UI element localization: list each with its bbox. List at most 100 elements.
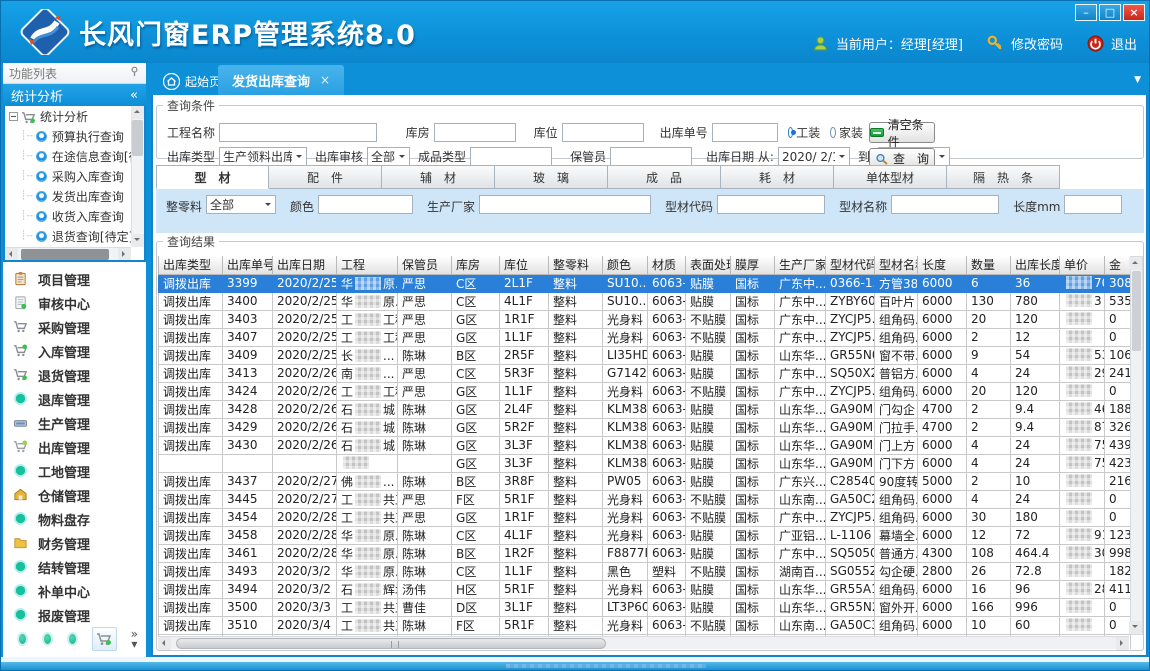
column-header[interactable]: 单价: [1060, 256, 1105, 274]
minimize-button[interactable]: –: [1075, 4, 1097, 21]
material-tab-6[interactable]: 耗 材: [721, 165, 834, 189]
column-header[interactable]: 保管员: [398, 256, 452, 274]
column-header[interactable]: 型材名称: [875, 256, 918, 274]
sidebar-item-财务管理[interactable]: 财务管理: [3, 531, 146, 555]
pin-icon[interactable]: [129, 66, 140, 80]
date-from-picker[interactable]: 2020/ 2/16: [778, 147, 850, 166]
table-vertical-scrollbar[interactable]: [1130, 256, 1143, 635]
tree-vertical-scrollbar[interactable]: [131, 106, 144, 247]
column-header[interactable]: 金: [1105, 256, 1131, 274]
column-header[interactable]: 颜色: [603, 256, 648, 274]
tree-item[interactable]: ┊--预算执行查询: [5, 126, 131, 146]
length-input[interactable]: [1064, 195, 1122, 214]
order-no-input[interactable]: [712, 123, 778, 142]
manufacturer-input[interactable]: [479, 195, 651, 214]
outbound-type-select[interactable]: 生产领料出库: [219, 147, 307, 166]
keeper-input[interactable]: [610, 147, 692, 166]
scroll-thumb[interactable]: [1132, 271, 1141, 351]
sidebar-item-采购管理[interactable]: 采购管理: [3, 315, 146, 339]
sidebar-item-入库管理[interactable]: 入库管理: [3, 339, 146, 363]
sidebar-item-生产管理[interactable]: 生产管理: [3, 411, 146, 435]
more-chevron[interactable]: »▾: [131, 629, 138, 649]
profile-code-input[interactable]: [717, 195, 825, 214]
profile-name-input[interactable]: [891, 195, 999, 214]
material-tab-3[interactable]: 辅 材: [382, 165, 495, 189]
scroll-down-arrow[interactable]: [1129, 621, 1142, 634]
column-header[interactable]: 型材代码: [826, 256, 875, 274]
sidebar-group-header[interactable]: 统计分析 «: [3, 84, 146, 106]
table-horizontal-scrollbar[interactable]: [158, 636, 1129, 649]
sidebar-item-审核中心[interactable]: 审核中心: [3, 291, 146, 315]
scroll-down-arrow[interactable]: [131, 234, 144, 247]
radio-home[interactable]: [830, 127, 836, 138]
column-header[interactable]: 出库单号: [223, 256, 273, 274]
table-row[interactable]: 调拨出库34372020/2/27佛...陈琳B区3R8F整料PW056063-…: [159, 472, 1131, 490]
tree-root-statistics[interactable]: 统计分析: [5, 106, 131, 126]
column-header[interactable]: 出库日期: [273, 256, 337, 274]
scroll-right-arrow[interactable]: [1116, 637, 1129, 650]
column-header[interactable]: 材质: [648, 256, 686, 274]
scroll-up-arrow[interactable]: [1129, 257, 1142, 270]
table-row[interactable]: 调拨出库34072020/2/25工工程严思G区1L1F整料光身料6063-T5…: [159, 328, 1131, 346]
scroll-left-arrow[interactable]: [158, 637, 171, 650]
column-header[interactable]: 表面处理: [686, 256, 731, 274]
sidebar-item-报废管理[interactable]: 报废管理: [3, 603, 146, 625]
column-header[interactable]: 出库长度: [1011, 256, 1060, 274]
table-row[interactable]: 调拨出库34932020/3/2华原...陈琳C区1L1F整料黑色塑料不贴膜国标…: [159, 562, 1131, 580]
table-row[interactable]: 调拨出库34292020/2/26石城陈琳G区5R2F整料KLM38176063…: [159, 418, 1131, 436]
table-row[interactable]: G区3L3F整料KLM38176063-T5贴膜国标山东华...GA90M09.…: [159, 454, 1131, 472]
table-row[interactable]: 调拨出库33992020/2/25华原...严思C区2L1F整料SU10...6…: [159, 274, 1131, 292]
tree-item[interactable]: ┊--采购入库查询: [5, 166, 131, 186]
sidebar-item-工地管理[interactable]: 工地管理: [3, 459, 146, 483]
table-row[interactable]: 调拨出库34452020/2/27工共工程严思F区5R1F整料光身料6063-T…: [159, 490, 1131, 508]
material-tab-1[interactable]: 型 材: [156, 165, 269, 189]
tree-collapse-box[interactable]: [9, 112, 18, 121]
table-row[interactable]: 调拨出库34582020/2/28华原...陈琳C区4L1F整料光身料6063-…: [159, 526, 1131, 544]
column-header[interactable]: 库位: [500, 256, 549, 274]
table-row[interactable]: 调拨出库34132020/2/26南...严思C区5R3F整料G71422606…: [159, 364, 1131, 382]
column-header[interactable]: 整零料: [549, 256, 603, 274]
table-row[interactable]: 调拨出库34942020/3/2石辉城汤伟H区5R1F整料光身料6063-T5贴…: [159, 580, 1131, 598]
outbound-audit-select[interactable]: 全部: [367, 147, 410, 166]
sidebar-item-退货管理[interactable]: 退货管理: [3, 363, 146, 387]
dot-icon[interactable]: [42, 632, 53, 646]
table-row[interactable]: 调拨出库34002020/2/25华原...严思C区4L1F整料SU10...6…: [159, 292, 1131, 310]
collapse-icon[interactable]: «: [130, 88, 138, 103]
scroll-thumb[interactable]: [21, 249, 109, 260]
color-input[interactable]: [318, 195, 413, 214]
scroll-left-arrow[interactable]: [5, 248, 18, 261]
scroll-up-arrow[interactable]: [131, 106, 144, 119]
dot-icon[interactable]: [17, 632, 28, 646]
tab-overflow-icon[interactable]: ▼: [1134, 75, 1141, 85]
cart-shortcut-button[interactable]: [92, 627, 117, 651]
clear-conditions-button[interactable]: 清空条件: [869, 122, 935, 143]
maximize-button[interactable]: □: [1099, 4, 1121, 21]
table-row[interactable]: 调拨出库34282020/2/26石城陈琳G区2L4F整料KLM38176063…: [159, 400, 1131, 418]
material-tab-5[interactable]: 成 品: [608, 165, 721, 189]
material-tab-8[interactable]: 隔 热 条: [947, 165, 1060, 189]
whole-part-select[interactable]: 全部: [206, 195, 276, 214]
project-name-input[interactable]: [219, 123, 377, 142]
sidebar-item-物料盘存[interactable]: 物料盘存: [3, 507, 146, 531]
dot-icon[interactable]: [67, 632, 78, 646]
table-row[interactable]: 调拨出库34302020/2/26石城陈琳G区3L3F整料KLM38176063…: [159, 436, 1131, 454]
sidebar-item-补单中心[interactable]: 补单中心: [3, 579, 146, 603]
scroll-thumb[interactable]: [132, 120, 143, 156]
table-row[interactable]: 调拨出库34032020/2/25工工程严思G区1R1F整料光身料6063-T5…: [159, 310, 1131, 328]
location-input[interactable]: [562, 123, 644, 142]
column-header[interactable]: 生产厂家: [775, 256, 826, 274]
scroll-right-arrow[interactable]: [118, 248, 131, 261]
table-row[interactable]: 调拨出库34612020/2/28华原...陈琳B区1R2F整料F8877FT6…: [159, 544, 1131, 562]
close-button[interactable]: ×: [1123, 4, 1145, 21]
column-header[interactable]: 出库类型: [159, 256, 223, 274]
table-row[interactable]: 调拨出库34542020/2/28工共工程严思G区1R1F整料光身料6063-T…: [159, 508, 1131, 526]
product-type-input[interactable]: [470, 147, 552, 166]
tab-close-icon[interactable]: ×: [320, 73, 330, 87]
radio-industrial[interactable]: [788, 127, 794, 138]
material-tab-2[interactable]: 配 件: [269, 165, 382, 189]
table-row[interactable]: 调拨出库34092020/2/25长...陈琳B区2R5F整料LI35HD606…: [159, 346, 1131, 364]
tab-shipping-outbound-query[interactable]: 发货出库查询 ×: [218, 65, 344, 95]
tree-horizontal-scrollbar[interactable]: [5, 247, 131, 260]
tree-item[interactable]: ┊--收货入库查询: [5, 206, 131, 226]
tree-item[interactable]: ┊--在途信息查询[待: [5, 146, 131, 166]
